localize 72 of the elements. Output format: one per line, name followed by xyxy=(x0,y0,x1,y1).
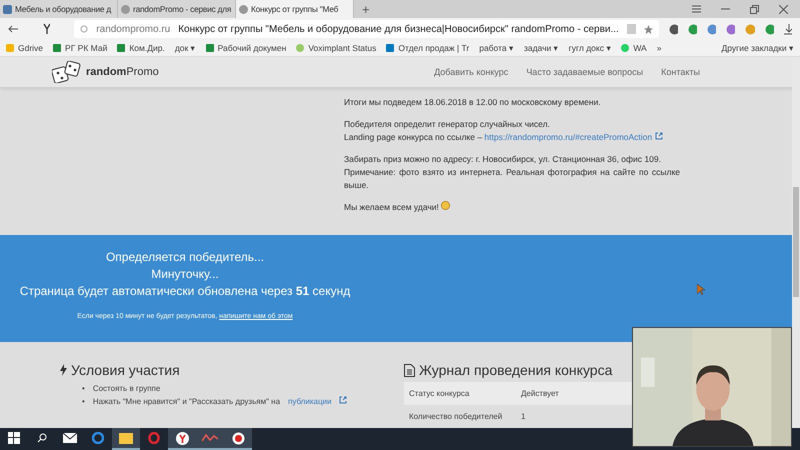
nav-link[interactable]: Контакты xyxy=(661,67,700,78)
minimize-icon[interactable] xyxy=(721,8,730,10)
countdown-text: Страница будет автоматически обновлена через 51 секунд xyxy=(20,282,350,300)
bookmark[interactable]: работа ▾ xyxy=(479,43,514,53)
extension-icon[interactable] xyxy=(764,24,774,34)
bookmark[interactable]: задачи ▾ xyxy=(524,43,559,53)
external-link-icon xyxy=(339,396,348,404)
paragraph: Победителя определит генератор случайных чисел. xyxy=(344,118,551,132)
bookmark[interactable]: Отдел продаж | Tr xyxy=(386,43,470,53)
browser-tab[interactable]: Мебель и оборудование д xyxy=(0,0,118,18)
extension-icon[interactable] xyxy=(707,24,716,34)
bookmark[interactable]: WA xyxy=(621,43,647,53)
paragraph: Примечание: фото взято из интернета. Реальная фотография на сайте по ссылке выше. xyxy=(344,166,680,192)
taskbar-button[interactable] xyxy=(168,428,196,450)
section-title: Журнал проведения конкурса xyxy=(419,362,612,378)
page-title: Конкурс от группы "Мебель и оборудование для бизнеса|Новосибирск" randomPromo - серви... xyxy=(178,24,619,34)
other-bookmarks[interactable]: Другие закладки ▾ xyxy=(722,43,794,53)
table-cell-text: 1 xyxy=(521,412,526,421)
bolt-icon xyxy=(60,364,67,376)
bookmark[interactable]: Ком.Дир. xyxy=(117,43,165,53)
yandex-logo-icon[interactable] xyxy=(42,23,50,35)
bookmark[interactable]: гугл докс ▾ xyxy=(568,43,612,53)
table-cell-text: Статус конкурса xyxy=(409,389,470,398)
section-title: Условия участия xyxy=(71,362,180,378)
condition-item: Нажать "Мне нравится" и "Рассказать друзьям" на xyxy=(92,396,280,408)
bullet: • xyxy=(82,396,85,408)
nav-link[interactable]: Часто задаваемые вопросы xyxy=(526,67,644,78)
banner-text: Минуточку... xyxy=(151,266,219,283)
bookmark[interactable]: » xyxy=(656,43,662,53)
taskbar-button[interactable] xyxy=(224,428,252,450)
windows-icon[interactable] xyxy=(8,432,20,444)
url-domain: randompromo.ru xyxy=(96,24,170,34)
wave-icon[interactable] xyxy=(202,434,218,442)
bullet: • xyxy=(82,383,85,395)
paragraph: Мы желаем всем удачи! xyxy=(344,201,680,214)
paragraph: Забирать приз можно по адресу: г. Новосибирск, ул. Станционная 36, офис 109. xyxy=(344,153,662,166)
search-icon[interactable] xyxy=(37,433,47,443)
browser-tab[interactable]: Конкурс от группы "Меб xyxy=(236,0,354,18)
condition-item: Состоять в группе xyxy=(92,383,160,395)
record-icon[interactable] xyxy=(232,432,244,444)
browser-tab[interactable]: randomPromo - сервис для xyxy=(118,0,236,18)
menu-icon[interactable] xyxy=(692,5,701,13)
extension-icon[interactable] xyxy=(726,24,736,34)
paragraph: Landing page конкурса по ссылке – https://randompromo.ru/#createPromoAction xyxy=(344,131,680,144)
taskbar-button[interactable] xyxy=(112,428,140,450)
table-cell-text: Действует xyxy=(521,389,560,398)
back-arrow-icon[interactable] xyxy=(8,25,18,33)
bookmark[interactable]: Gdrive xyxy=(6,43,44,53)
paragraph: Итоги мы подведем 18.06.2018 в 12.00 по московскому времени. xyxy=(344,96,602,110)
star-icon[interactable] xyxy=(644,24,653,34)
external-link-icon xyxy=(654,132,663,140)
restore-icon[interactable] xyxy=(750,4,759,14)
bookmark[interactable]: Рабочий докумен xyxy=(206,43,286,53)
extension-icon[interactable] xyxy=(668,24,678,34)
scrollbar[interactable] xyxy=(792,57,800,428)
bookmark[interactable]: РГ РК Май xyxy=(53,43,108,53)
table-cell-text: Количество победителей xyxy=(409,412,504,421)
download-icon[interactable] xyxy=(784,24,792,34)
address-field[interactable]: randompromo.ru Конкурс от группы "Мебель и оборудование для бизнеса|Новосибирск" randomPromo - серви... xyxy=(74,20,659,38)
cursor-icon xyxy=(697,284,705,295)
nav-link[interactable]: Добавить конкурс xyxy=(434,67,508,78)
envelope-icon[interactable] xyxy=(63,433,77,443)
document-icon xyxy=(404,364,415,376)
site-logo[interactable]: randomPromo xyxy=(86,66,159,78)
new-tab-button[interactable]: + xyxy=(354,0,378,18)
bookmark[interactable]: Voximplant Status xyxy=(296,43,376,53)
dice-icon xyxy=(52,61,82,84)
close-icon[interactable] xyxy=(779,4,788,14)
banner-title: Определяется победитель... xyxy=(106,248,264,266)
extension-icon[interactable] xyxy=(688,24,698,34)
bookmark[interactable]: док ▾ xyxy=(174,43,196,53)
yandex-icon[interactable] xyxy=(176,432,188,444)
